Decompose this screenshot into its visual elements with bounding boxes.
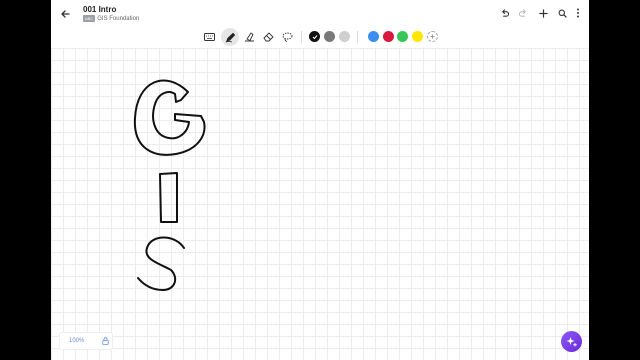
plus-icon [430,34,435,39]
sparkle-add-icon [566,337,577,347]
app-window: 001 Intro ABC GIS Foundation 100% [51,0,589,360]
search-button[interactable] [555,6,569,20]
drawing-toolbar [51,28,589,48]
notebook-name: GIS Foundation [97,15,140,22]
add-page-button[interactable] [536,6,550,20]
zoom-indicator[interactable]: 100% [59,332,113,350]
highlighter-icon [244,32,254,42]
more-options-button[interactable] [572,6,584,20]
more-vertical-icon [577,8,579,18]
toolbar-divider [357,31,358,43]
stroke-letter-i [159,172,178,223]
lock-icon[interactable] [102,337,109,345]
search-icon [558,9,567,18]
color-swatch-blue[interactable] [368,31,379,42]
redo-icon [518,8,526,17]
color-swatch-black[interactable] [309,31,320,42]
handwritten-drawing [133,79,206,291]
check-icon [312,34,317,39]
keyboard-tool-button[interactable] [201,29,217,45]
page-title: 001 Intro [83,5,117,14]
color-swatch-green[interactable] [397,31,408,42]
top-bar: 001 Intro ABC GIS Foundation [51,0,589,28]
color-swatch-gray[interactable] [324,31,335,42]
pen-tool-button[interactable] [221,28,239,46]
add-color-button[interactable] [427,31,438,42]
eraser-icon [262,32,274,42]
toolbar-divider [301,31,302,43]
color-swatch-light-gray[interactable] [339,31,350,42]
eraser-tool-button[interactable] [260,29,276,45]
back-button[interactable] [57,6,73,22]
redo-button[interactable] [516,6,530,20]
color-swatch-yellow[interactable] [412,31,423,42]
undo-button[interactable] [497,6,511,20]
pen-icon [225,32,235,42]
undo-icon [501,8,509,17]
notebook-badge: ABC [83,15,96,22]
highlighter-tool-button[interactable] [241,29,257,45]
stroke-letter-g [133,79,206,156]
zoom-level: 100% [69,338,85,344]
keyboard-icon [203,33,215,41]
arrow-left-icon [61,10,70,18]
lasso-tool-button[interactable] [279,29,295,45]
color-swatch-red[interactable] [383,31,394,42]
lasso-icon [282,32,292,42]
stroke-letter-s [137,236,185,291]
ai-assist-button[interactable] [561,331,582,352]
notebook-breadcrumb[interactable]: ABC GIS Foundation [83,15,139,22]
plus-icon [538,8,548,18]
